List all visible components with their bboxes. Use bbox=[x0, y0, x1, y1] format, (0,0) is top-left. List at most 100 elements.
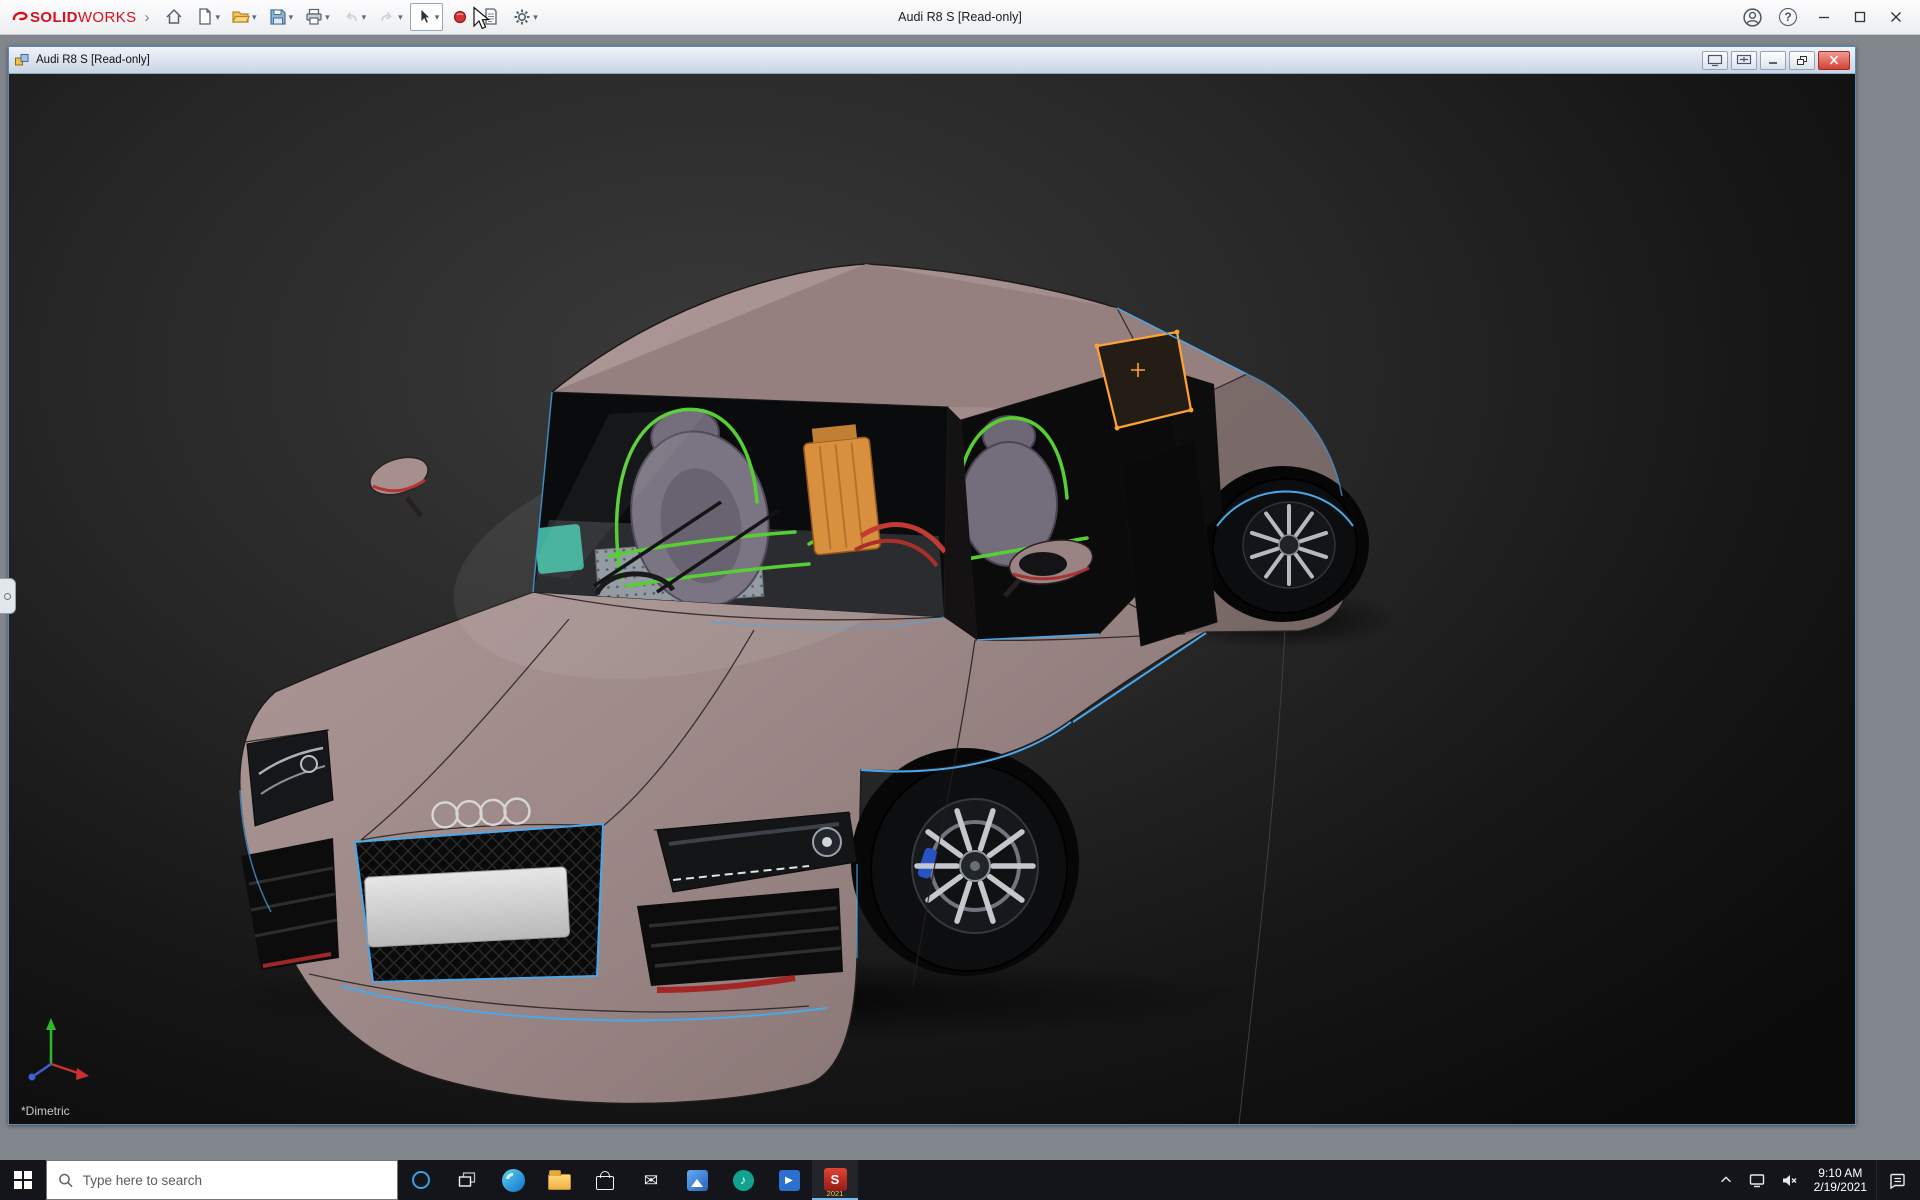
task-pane-tab[interactable] bbox=[0, 578, 16, 614]
pane-tab-dot-icon bbox=[4, 593, 11, 600]
orientation-triad[interactable] bbox=[29, 1018, 90, 1081]
help-button[interactable]: ? bbox=[1770, 0, 1806, 34]
document-title: Audi R8 S [Read-only] bbox=[36, 54, 150, 66]
solidworks-mark-icon bbox=[10, 7, 30, 27]
doc-close-button[interactable] bbox=[1818, 51, 1850, 70]
task-view-button[interactable] bbox=[444, 1160, 490, 1200]
user-account-icon bbox=[1742, 7, 1763, 28]
chevron-up-icon bbox=[1718, 1172, 1734, 1188]
maximize-button[interactable] bbox=[1842, 0, 1878, 34]
new-document-icon bbox=[195, 7, 215, 27]
minimize-icon bbox=[1815, 8, 1833, 26]
tray-display-button[interactable] bbox=[1741, 1160, 1773, 1200]
minimize-icon bbox=[1766, 54, 1780, 66]
open-folder-icon bbox=[231, 7, 251, 27]
tray-hidden-icons-button[interactable] bbox=[1711, 1160, 1741, 1200]
preview-window-icon bbox=[1707, 54, 1723, 67]
windows-logo-icon bbox=[14, 1171, 32, 1189]
taskbar-app-mail[interactable]: ✉ bbox=[628, 1160, 674, 1200]
print-button[interactable]: ▾ bbox=[300, 3, 334, 31]
redo-icon bbox=[377, 7, 397, 27]
music-icon: ♪ bbox=[733, 1170, 754, 1191]
photos-icon bbox=[687, 1170, 708, 1191]
redo-button[interactable]: ▾ bbox=[373, 3, 407, 31]
mail-icon: ✉ bbox=[644, 1172, 658, 1189]
brand-text-light: WORKS bbox=[78, 9, 137, 26]
taskbar-app-movies[interactable]: ▶ bbox=[766, 1160, 812, 1200]
task-view-icon bbox=[457, 1171, 477, 1189]
document-part-icon bbox=[14, 52, 30, 68]
dropdown-arrow-icon[interactable]: ▾ bbox=[252, 13, 257, 22]
restore-icon bbox=[1797, 56, 1807, 65]
viewport-3d[interactable]: *Dimetric bbox=[9, 74, 1855, 1124]
new-document-button[interactable]: ▾ bbox=[191, 3, 225, 31]
search-input[interactable] bbox=[83, 1173, 386, 1188]
tray-clock[interactable]: 9:10 AM 2/19/2021 bbox=[1805, 1166, 1876, 1195]
dropdown-arrow-icon[interactable]: ▾ bbox=[362, 13, 367, 22]
dropdown-arrow-icon[interactable]: ▾ bbox=[398, 13, 403, 22]
tray-volume-button[interactable] bbox=[1773, 1160, 1805, 1200]
taskbar-app-solidworks[interactable]: S 2021 bbox=[812, 1160, 858, 1200]
document-window: Audi R8 S [Read-only] bbox=[8, 46, 1856, 1125]
close-icon bbox=[1887, 8, 1905, 26]
dropdown-arrow-icon[interactable]: ▾ bbox=[533, 13, 538, 22]
edge-icon bbox=[502, 1169, 525, 1192]
orange-box bbox=[802, 423, 881, 555]
doc-preview-window-1-button[interactable] bbox=[1702, 51, 1728, 70]
doc-preview-window-2-button[interactable] bbox=[1731, 51, 1757, 70]
start-button[interactable] bbox=[0, 1160, 46, 1200]
close-icon bbox=[1827, 54, 1841, 66]
document-titlebar[interactable]: Audi R8 S [Read-only] bbox=[9, 47, 1855, 74]
file-properties-icon bbox=[481, 7, 501, 27]
store-icon bbox=[596, 1176, 614, 1190]
action-center-button[interactable] bbox=[1876, 1160, 1918, 1200]
z-axis-dot bbox=[29, 1074, 36, 1081]
brand-text-bold: SOLID bbox=[30, 9, 78, 26]
system-tray: 9:10 AM 2/19/2021 bbox=[1711, 1160, 1920, 1200]
app-window-title: Audi R8 S [Read-only] bbox=[898, 10, 1022, 24]
file-explorer-icon bbox=[548, 1174, 571, 1190]
app-window-controls: ? bbox=[1734, 0, 1914, 34]
help-icon: ? bbox=[1779, 8, 1797, 26]
dropdown-arrow-icon[interactable]: ▾ bbox=[289, 13, 294, 22]
volume-mute-icon bbox=[1780, 1171, 1798, 1189]
solidworks-app-icon: S bbox=[824, 1168, 847, 1191]
cortana-button[interactable] bbox=[398, 1160, 444, 1200]
dropdown-arrow-icon[interactable]: ▾ bbox=[216, 13, 221, 22]
car-model[interactable] bbox=[240, 264, 1369, 1104]
quick-access-toolbar: ▾ ▾ ▾ ▾ ▾ ▾ ▾ bbox=[160, 3, 542, 31]
save-button[interactable]: ▾ bbox=[264, 3, 298, 31]
select-tool-button[interactable]: ▾ bbox=[410, 3, 444, 31]
user-account-button[interactable] bbox=[1734, 0, 1770, 34]
taskbar-app-groove[interactable]: ♪ bbox=[720, 1160, 766, 1200]
taskbar-app-store[interactable] bbox=[582, 1160, 628, 1200]
taskbar-app-edge[interactable] bbox=[490, 1160, 536, 1200]
doc-restore-button[interactable] bbox=[1789, 51, 1815, 70]
dropdown-arrow-icon[interactable]: ▾ bbox=[325, 13, 330, 22]
rebuild-button[interactable] bbox=[446, 3, 474, 31]
taskbar-app-photos[interactable] bbox=[674, 1160, 720, 1200]
open-button[interactable]: ▾ bbox=[227, 3, 261, 31]
license-plate bbox=[364, 867, 569, 947]
options-button[interactable]: ▾ bbox=[508, 3, 542, 31]
brand-flyout-arrow[interactable]: › bbox=[145, 9, 150, 26]
search-icon bbox=[58, 1172, 74, 1189]
home-button[interactable] bbox=[160, 3, 188, 31]
file-properties-button[interactable] bbox=[477, 3, 505, 31]
taskbar-app-file-explorer[interactable] bbox=[536, 1160, 582, 1200]
close-button[interactable] bbox=[1878, 0, 1914, 34]
bumper-intake-left bbox=[241, 838, 339, 970]
app-titlebar[interactable]: SOLIDWORKS › ▾ ▾ ▾ ▾ bbox=[0, 0, 1920, 35]
dropdown-arrow-icon[interactable]: ▾ bbox=[435, 13, 440, 22]
taskbar-search[interactable] bbox=[46, 1160, 398, 1200]
cortana-icon bbox=[412, 1171, 430, 1189]
doc-minimize-button[interactable] bbox=[1760, 51, 1786, 70]
minimize-button[interactable] bbox=[1806, 0, 1842, 34]
gear-icon bbox=[512, 7, 532, 27]
rebuild-icon bbox=[450, 7, 470, 27]
action-center-icon bbox=[1888, 1171, 1907, 1190]
solidworks-logo: SOLIDWORKS bbox=[10, 7, 137, 27]
reference-curve bbox=[1239, 630, 1285, 1124]
print-icon bbox=[304, 7, 324, 27]
undo-button[interactable]: ▾ bbox=[337, 3, 371, 31]
